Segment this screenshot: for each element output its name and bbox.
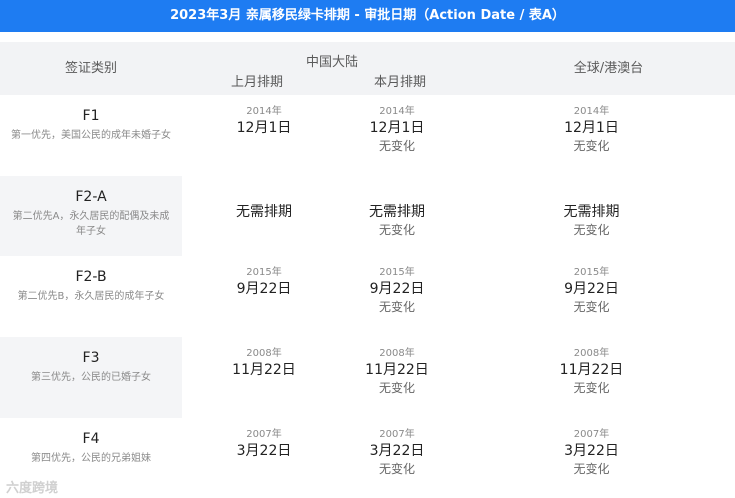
year: 2008年 <box>379 348 415 359</box>
year: 2008年 <box>573 348 610 359</box>
category-code: F2-B <box>75 269 107 285</box>
year: 2007年 <box>573 429 610 440</box>
date: 3月22日 <box>369 443 425 459</box>
date: 11月22日 <box>559 362 624 378</box>
category-code: F4 <box>82 431 100 447</box>
year: 2014年 <box>379 106 415 117</box>
year: 2007年 <box>379 429 415 440</box>
date: 12月1日 <box>369 120 425 136</box>
category-code: F1 <box>82 108 100 124</box>
category-desc: 第一优先，美国公民的成年未婚子女 <box>11 130 171 141</box>
change-status: 无变化 <box>573 300 610 314</box>
change-status: 无变化 <box>378 381 415 395</box>
title-gap <box>0 32 735 42</box>
last-month-cell: 2015年 9月22日 <box>182 256 346 337</box>
category-desc: 第四优先，公民的兄弟姐妹 <box>31 453 151 464</box>
category-desc: 第二优先B，永久居民的成年子女 <box>17 291 165 302</box>
date: 11月22日 <box>232 362 296 378</box>
change-status: 无变化 <box>573 139 610 153</box>
date: 无需排期 <box>369 204 425 220</box>
change-status: 无变化 <box>378 223 415 237</box>
category-cell: F3 第三优先，公民的已婚子女 <box>0 337 182 418</box>
this-month-cell: 2014年 12月1日 无变化 <box>346 95 448 176</box>
last-month-cell: 2014年 12月1日 <box>182 95 346 176</box>
header-category: 签证类别 <box>64 61 117 76</box>
change-status: 无变化 <box>378 462 415 476</box>
this-month-cell: 2007年 3月22日 无变化 <box>346 418 448 498</box>
date: 无需排期 <box>563 204 620 220</box>
last-month-cell: 无需排期 <box>182 176 346 256</box>
year: 2014年 <box>246 106 282 117</box>
header-last-month: 上月排期 <box>230 75 283 90</box>
category-code: F3 <box>82 350 100 366</box>
table-row: F2-A 第二优先A，永久居民的配偶及未成年子女 无需排期 无需排期 无变化 无… <box>0 176 735 256</box>
date: 9月22日 <box>236 281 292 297</box>
change-status: 无变化 <box>573 223 610 237</box>
category-code: F2-A <box>75 189 107 205</box>
date: 11月22日 <box>365 362 429 378</box>
table-row: F4 第四优先，公民的兄弟姐妹 2007年 3月22日 2007年 3月22日 … <box>0 418 735 498</box>
date: 9月22日 <box>564 281 619 297</box>
table-row: F2-B 第二优先B，永久居民的成年子女 2015年 9月22日 2015年 9… <box>0 256 735 337</box>
global-cell: 2007年 3月22日 无变化 <box>448 418 735 498</box>
header-this-month: 本月排期 <box>373 75 426 90</box>
category-cell: F2-B 第二优先B，永久居民的成年子女 <box>0 256 182 337</box>
global-cell: 2014年 12月1日 无变化 <box>448 95 735 176</box>
table-row: F3 第三优先，公民的已婚子女 2008年 11月22日 2008年 11月22… <box>0 337 735 418</box>
date: 3月22日 <box>236 443 292 459</box>
category-cell: F2-A 第二优先A，永久居民的配偶及未成年子女 <box>0 176 182 256</box>
year: 2007年 <box>246 429 282 440</box>
year: 2015年 <box>379 267 415 278</box>
global-cell: 2015年 9月22日 无变化 <box>448 256 735 337</box>
table-header: 签证类别 中国大陆 上月排期 本月排期 全球/港澳台 <box>0 42 735 95</box>
year: 2014年 <box>573 106 610 117</box>
header-global: 全球/港澳台 <box>573 61 644 76</box>
category-cell: F1 第一优先，美国公民的成年未婚子女 <box>0 95 182 176</box>
this-month-cell: 无需排期 无变化 <box>346 176 448 256</box>
last-month-cell: 2007年 3月22日 <box>182 418 346 498</box>
global-cell: 2008年 11月22日 无变化 <box>448 337 735 418</box>
category-desc: 第三优先，公民的已婚子女 <box>31 372 151 383</box>
change-status: 无变化 <box>378 300 415 314</box>
date: 12月1日 <box>236 120 292 136</box>
year: 2015年 <box>573 267 610 278</box>
this-month-cell: 2008年 11月22日 无变化 <box>346 337 448 418</box>
date: 9月22日 <box>369 281 425 297</box>
table-title: 2023年3月 亲属移民绿卡排期 - 审批日期（Action Date / 表A… <box>0 0 735 32</box>
change-status: 无变化 <box>378 139 415 153</box>
header-mainland-china: 中国大陆 <box>305 55 358 70</box>
last-month-cell: 2008年 11月22日 <box>182 337 346 418</box>
category-desc: 第二优先A，永久居民的配偶及未成年子女 <box>12 211 170 237</box>
visa-bulletin-table: 2023年3月 亲属移民绿卡排期 - 审批日期（Action Date / 表A… <box>0 0 735 498</box>
date: 3月22日 <box>564 443 619 459</box>
date: 无需排期 <box>236 204 292 220</box>
global-cell: 无需排期 无变化 <box>448 176 735 256</box>
watermark-logo: 六度跨境 <box>6 481 59 496</box>
date: 12月1日 <box>564 120 619 136</box>
year: 2008年 <box>246 348 282 359</box>
this-month-cell: 2015年 9月22日 无变化 <box>346 256 448 337</box>
year: 2015年 <box>246 267 282 278</box>
table-row: F1 第一优先，美国公民的成年未婚子女 2014年 12月1日 2014年 12… <box>0 95 735 176</box>
change-status: 无变化 <box>573 462 610 476</box>
change-status: 无变化 <box>573 381 610 395</box>
